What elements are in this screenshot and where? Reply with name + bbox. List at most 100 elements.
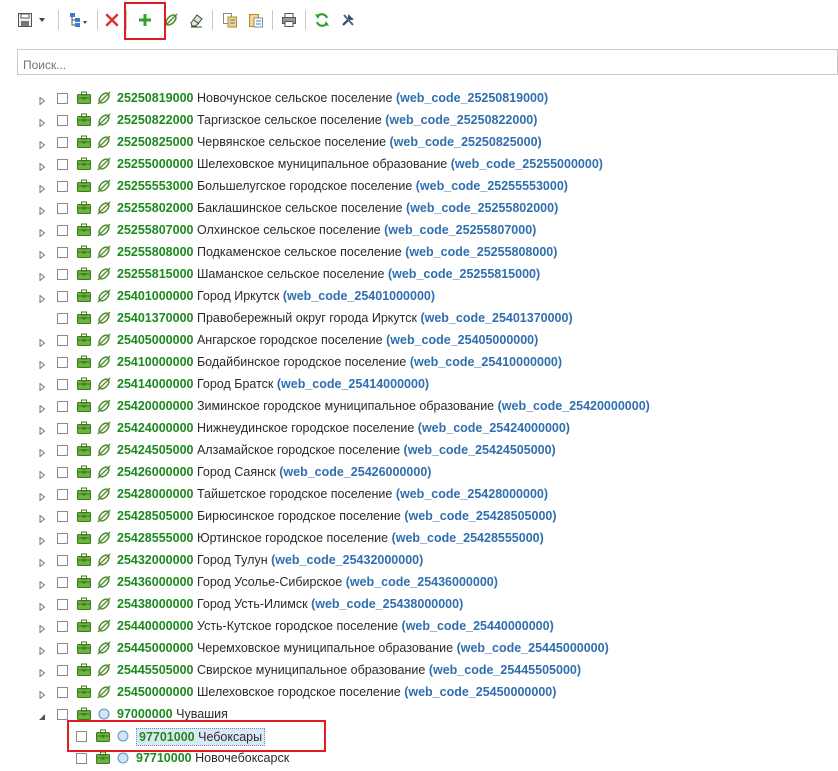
tree-row-label[interactable]: 25428505000 Бирюсинское городское поселе… bbox=[117, 508, 557, 524]
collapsed-arrow-icon[interactable] bbox=[38, 402, 46, 414]
tree-row[interactable]: 25428555000 Юртинское городское поселени… bbox=[0, 527, 838, 549]
tree-row[interactable]: 25255802000 Баклашинское сельское поселе… bbox=[0, 197, 838, 219]
tree-row-checkbox[interactable] bbox=[57, 401, 68, 412]
tree-row[interactable]: 25414000000 Город Братск (web_code_25414… bbox=[0, 373, 838, 395]
tree-row-checkbox[interactable] bbox=[57, 533, 68, 544]
collapsed-arrow-icon[interactable] bbox=[38, 446, 46, 458]
tree-row[interactable]: 25250825000 Червянское сельское поселени… bbox=[0, 131, 838, 153]
tree-row-checkbox[interactable] bbox=[57, 203, 68, 214]
tree-row-checkbox[interactable] bbox=[57, 555, 68, 566]
tree-row[interactable]: 25445000000 Черемховское муниципальное о… bbox=[0, 637, 838, 659]
tree-row-checkbox[interactable] bbox=[57, 709, 68, 720]
tree-row[interactable]: 25424000000 Нижнеудинское городское посе… bbox=[0, 417, 838, 439]
tree-row-label[interactable]: 25426000000 Город Саянск (web_code_25426… bbox=[117, 464, 431, 480]
tree-row[interactable]: 25445505000 Свирское муниципальное образ… bbox=[0, 659, 838, 681]
tree-row-checkbox[interactable] bbox=[57, 247, 68, 258]
tree-row[interactable]: 25255000000 Шелеховское муниципальное об… bbox=[0, 153, 838, 175]
collapsed-arrow-icon[interactable] bbox=[38, 556, 46, 568]
tree-row-checkbox[interactable] bbox=[57, 467, 68, 478]
collapsed-arrow-icon[interactable] bbox=[38, 182, 46, 194]
collapsed-arrow-icon[interactable] bbox=[38, 666, 46, 678]
tree-row[interactable]: 25438000000 Город Усть-Илимск (web_code_… bbox=[0, 593, 838, 615]
tree-row-label[interactable]: 25250819000 Новочунское сельское поселен… bbox=[117, 90, 548, 106]
tree-row-label[interactable]: 25250822000 Таргизское сельское поселени… bbox=[117, 112, 537, 128]
print-icon[interactable] bbox=[278, 9, 300, 31]
tree-row-checkbox[interactable] bbox=[57, 115, 68, 126]
tree-row-checkbox[interactable] bbox=[57, 159, 68, 170]
tree-row[interactable]: 25255815000 Шаманское сельское поселение… bbox=[0, 263, 838, 285]
tree-row-checkbox[interactable] bbox=[57, 445, 68, 456]
tree-row-checkbox[interactable] bbox=[57, 313, 68, 324]
tree-row-label[interactable]: 25255815000 Шаманское сельское поселение… bbox=[117, 266, 540, 282]
tree-row-checkbox[interactable] bbox=[57, 291, 68, 302]
tree-row-label[interactable]: 25401370000 Правобережный округ города И… bbox=[117, 310, 573, 326]
tree-row[interactable]: 25250822000 Таргизское сельское поселени… bbox=[0, 109, 838, 131]
refresh-icon[interactable] bbox=[311, 9, 333, 31]
tools-icon[interactable] bbox=[337, 9, 359, 31]
tree-row-label[interactable]: 25436000000 Город Усолье-Сибирское (web_… bbox=[117, 574, 498, 590]
tree-row-label[interactable]: 25410000000 Бодайбинское городское посел… bbox=[117, 354, 562, 370]
collapsed-arrow-icon[interactable] bbox=[38, 116, 46, 128]
tree-row[interactable]: 25420000000 Зиминское городское муниципа… bbox=[0, 395, 838, 417]
collapsed-arrow-icon[interactable] bbox=[38, 468, 46, 480]
copy-icon[interactable] bbox=[219, 9, 241, 31]
collapsed-arrow-icon[interactable] bbox=[38, 380, 46, 392]
collapsed-arrow-icon[interactable] bbox=[38, 358, 46, 370]
save-icon[interactable] bbox=[14, 9, 36, 31]
collapsed-arrow-icon[interactable] bbox=[38, 138, 46, 150]
collapsed-arrow-icon[interactable] bbox=[38, 512, 46, 524]
collapsed-arrow-icon[interactable] bbox=[38, 204, 46, 216]
tree-row[interactable]: 25428000000 Тайшетское городское поселен… bbox=[0, 483, 838, 505]
collapsed-arrow-icon[interactable] bbox=[38, 622, 46, 634]
tree-row[interactable]: 25450000000 Шелеховское городское поселе… bbox=[0, 681, 838, 703]
tree-row-checkbox[interactable] bbox=[57, 687, 68, 698]
tree-row[interactable]: 25424505000 Алзамайское городское поселе… bbox=[0, 439, 838, 461]
tree-row-checkbox[interactable] bbox=[57, 335, 68, 346]
tree-row[interactable]: 25440000000 Усть-Кутское городское посел… bbox=[0, 615, 838, 637]
tree-row-label[interactable]: 25255000000 Шелеховское муниципальное об… bbox=[117, 156, 603, 172]
tree-row[interactable]: 25405000000 Ангарское городское поселени… bbox=[0, 329, 838, 351]
tree-row-checkbox[interactable] bbox=[57, 137, 68, 148]
tree-row-label[interactable]: 25255553000 Большелугское городское посе… bbox=[117, 178, 568, 194]
tree-row[interactable]: 25426000000 Город Саянск (web_code_25426… bbox=[0, 461, 838, 483]
collapsed-arrow-icon[interactable] bbox=[38, 160, 46, 172]
collapsed-arrow-icon[interactable] bbox=[38, 578, 46, 590]
expanded-arrow-icon[interactable] bbox=[38, 710, 46, 720]
tree-row-label[interactable]: 25405000000 Ангарское городское поселени… bbox=[117, 332, 538, 348]
collapsed-arrow-icon[interactable] bbox=[38, 490, 46, 502]
tree-row-checkbox[interactable] bbox=[57, 577, 68, 588]
collapsed-arrow-icon[interactable] bbox=[38, 94, 46, 106]
collapsed-arrow-icon[interactable] bbox=[38, 226, 46, 238]
collapsed-arrow-icon[interactable] bbox=[38, 424, 46, 436]
dropdown-arrow-icon[interactable] bbox=[36, 9, 48, 31]
delete-icon[interactable] bbox=[101, 9, 123, 31]
tree-row[interactable]: 25436000000 Город Усолье-Сибирское (web_… bbox=[0, 571, 838, 593]
tree-row-checkbox[interactable] bbox=[57, 511, 68, 522]
tree-row-checkbox[interactable] bbox=[57, 643, 68, 654]
tree-row-checkbox[interactable] bbox=[57, 423, 68, 434]
collapsed-arrow-icon[interactable] bbox=[38, 292, 46, 304]
tree-row-label[interactable]: 25424000000 Нижнеудинское городское посе… bbox=[117, 420, 570, 436]
search-input[interactable] bbox=[17, 49, 838, 75]
tree-row-label[interactable]: 25445000000 Черемховское муниципальное о… bbox=[117, 640, 609, 656]
tree-row-label[interactable]: 25428000000 Тайшетское городское поселен… bbox=[117, 486, 548, 502]
tree-row-checkbox[interactable] bbox=[57, 665, 68, 676]
tree-row-label[interactable]: 25440000000 Усть-Кутское городское посел… bbox=[117, 618, 554, 634]
tree-row-checkbox[interactable] bbox=[57, 621, 68, 632]
tree-row[interactable]: 25410000000 Бодайбинское городское посел… bbox=[0, 351, 838, 373]
tree-row-checkbox[interactable] bbox=[57, 379, 68, 390]
tree-row-label[interactable]: 25414000000 Город Братск (web_code_25414… bbox=[117, 376, 429, 392]
tree-row[interactable]: 25255553000 Большелугское городское посе… bbox=[0, 175, 838, 197]
tree-row-checkbox[interactable] bbox=[57, 357, 68, 368]
tree-row-label[interactable]: 25424505000 Алзамайское городское поселе… bbox=[117, 442, 556, 458]
tree-row-label[interactable]: 25255802000 Баклашинское сельское поселе… bbox=[117, 200, 558, 216]
tree-row-label[interactable]: 25401000000 Город Иркутск (web_code_2540… bbox=[117, 288, 435, 304]
collapsed-arrow-icon[interactable] bbox=[38, 248, 46, 260]
tree-row-checkbox[interactable] bbox=[57, 93, 68, 104]
tree-row-checkbox[interactable] bbox=[57, 489, 68, 500]
tree-row-label[interactable]: 25255807000 Олхинское сельское поселение… bbox=[117, 222, 536, 238]
tree-row-checkbox[interactable] bbox=[57, 269, 68, 280]
tree-row[interactable]: 25255807000 Олхинское сельское поселение… bbox=[0, 219, 838, 241]
collapsed-arrow-icon[interactable] bbox=[38, 336, 46, 348]
tree-row-checkbox[interactable] bbox=[57, 599, 68, 610]
